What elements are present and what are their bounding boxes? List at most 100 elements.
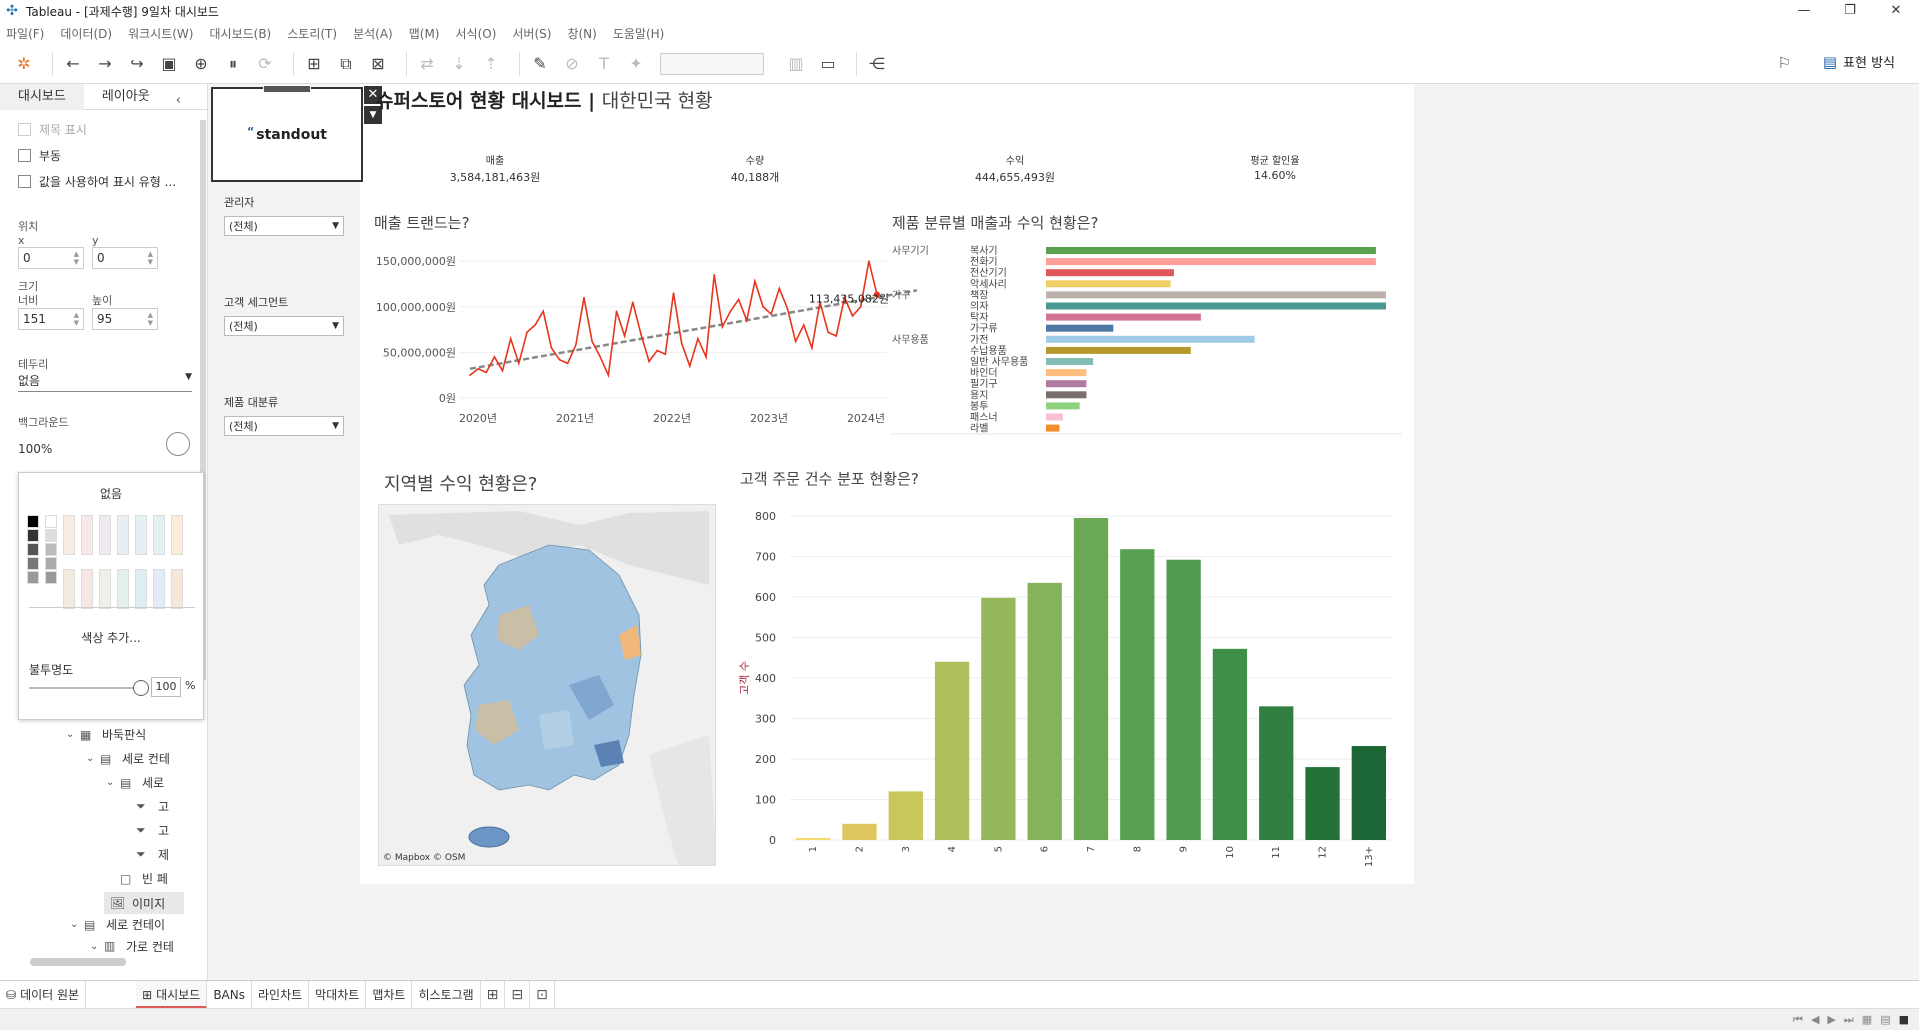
filter-dropdown[interactable]: (전체) ▼ [224, 216, 344, 236]
color-none-option[interactable]: 없음 [19, 485, 203, 502]
menu-window[interactable]: 창(N) [567, 25, 596, 42]
floating-checkbox[interactable] [18, 148, 31, 162]
color-swatch[interactable] [81, 569, 93, 609]
opacity-slider-track[interactable] [29, 687, 141, 689]
color-swatch[interactable] [45, 543, 57, 556]
next-sheet-icon[interactable]: ▶ [1827, 1013, 1835, 1027]
chevron-down-icon[interactable]: ⌄ [66, 729, 80, 740]
menu-server[interactable]: 서버(S) [512, 25, 551, 42]
tree-item-vertical-container[interactable]: ⌄ ▤ 세로 [106, 774, 184, 791]
tree-item-vertical-container[interactable]: ⌄ ▤ 세로 컨테이 [70, 916, 200, 933]
drag-handle[interactable] [263, 85, 311, 93]
first-sheet-icon[interactable]: ⏮ [1793, 1013, 1803, 1027]
color-swatch[interactable] [63, 569, 75, 609]
last-sheet-icon[interactable]: ⏭ [1844, 1013, 1854, 1027]
show-title-checkbox[interactable] [18, 122, 31, 136]
width-input[interactable]: 151 ▲ ▼ [18, 308, 84, 330]
border-dropdown[interactable]: 없음 ▼ [18, 372, 192, 392]
show-values-checkbox[interactable] [18, 174, 31, 188]
tree-item-image[interactable]: 🖼 이미지 [104, 892, 184, 914]
swap-axes-icon[interactable]: ⇄ [415, 52, 439, 76]
show-me-icon[interactable]: ▥ [784, 52, 808, 76]
refresh-icon[interactable]: ⟳ [253, 52, 277, 76]
labels-icon[interactable]: T [592, 52, 616, 76]
chevron-down-icon[interactable]: ⌄ [90, 941, 104, 952]
color-swatch[interactable] [171, 569, 183, 609]
new-datasource-icon[interactable]: ⊕ [189, 52, 213, 76]
menu-data[interactable]: 데이터(D) [60, 25, 112, 42]
redo-icon[interactable]: → [93, 52, 117, 76]
new-worksheet-tab-icon[interactable]: ⊞ [481, 980, 506, 1009]
fix-axes-icon[interactable]: ✦ [624, 52, 648, 76]
tab-dashboard[interactable]: 대시보드 [0, 83, 84, 110]
tree-item-tiled[interactable]: ⌄ ▦ 바둑판식 [66, 726, 196, 743]
tree-scrollbar[interactable] [30, 958, 126, 966]
sort-ascending-icon[interactable]: ⇣ [447, 52, 471, 76]
tree-item-blank[interactable]: □ 빈 페 [120, 870, 184, 887]
opacity-input[interactable]: 100 [151, 677, 181, 697]
tree-item-filter[interactable]: ⏷ 고 [136, 798, 184, 815]
sales-trend-chart[interactable]: 0원 50,000,000원 100,000,000원 150,000,000원 202… [372, 240, 918, 425]
tab-barchart[interactable]: 막대차트 [309, 980, 367, 1009]
new-story-tab-icon[interactable]: ⊡ [530, 980, 555, 1009]
minimize-button[interactable]: — [1781, 0, 1827, 22]
clear-sheet-icon[interactable]: ⊠ [366, 52, 390, 76]
tabs-view-icon[interactable]: ■ [1899, 1013, 1909, 1027]
tab-mapchart[interactable]: 맵차트 [366, 980, 413, 1009]
color-swatch[interactable] [99, 515, 111, 555]
maximize-button[interactable]: ❐ [1827, 0, 1873, 22]
pause-updates-icon[interactable]: ⏸ [221, 52, 245, 76]
color-swatch[interactable] [153, 569, 165, 609]
color-swatch[interactable] [99, 569, 111, 609]
tab-layout[interactable]: 레이아웃 [84, 84, 168, 110]
group-icon[interactable]: ⊘ [560, 52, 584, 76]
tree-item-filter[interactable]: ⏷ 제 [136, 846, 184, 863]
menu-analysis[interactable]: 분석(A) [353, 25, 393, 42]
save-icon[interactable]: ▣ [157, 52, 181, 76]
tab-dashboard-sheet[interactable]: ⊞ 대시보드 [136, 980, 208, 1009]
order-count-histogram[interactable]: 0100200300400500600700800고객 수1 2 3 4 5 6 7 8 9 10… [738, 500, 1400, 880]
spinner-icon[interactable]: ▲ ▼ [148, 311, 153, 327]
format-workbook-icon[interactable]: ⚐ [1778, 54, 1791, 72]
chevron-down-icon[interactable]: ⌄ [86, 753, 100, 764]
close-window-button[interactable]: ✕ [1873, 0, 1919, 22]
filter-dropdown[interactable]: (전체) ▼ [224, 416, 344, 436]
color-swatch[interactable] [27, 557, 39, 570]
add-color-link[interactable]: 색상 추가... [19, 629, 203, 646]
duplicate-sheet-icon[interactable]: ⧉ [334, 52, 358, 76]
color-swatch[interactable] [171, 515, 183, 555]
show-me-button[interactable]: ▤ 표현 방식 [1823, 52, 1895, 72]
sheet-sorter-icon[interactable]: ▦ [1862, 1013, 1872, 1027]
color-swatch[interactable] [153, 515, 165, 555]
floating-row[interactable]: 부동 [0, 142, 207, 168]
opacity-slider-handle[interactable] [133, 680, 149, 696]
color-swatch[interactable] [45, 515, 57, 528]
share-icon[interactable]: ⋲ [865, 52, 889, 76]
color-swatch[interactable] [27, 543, 39, 556]
filter-dropdown[interactable]: (전체) ▼ [224, 316, 344, 336]
tree-item-vertical-container[interactable]: ⌄ ▤ 세로 컨테 [86, 750, 186, 767]
spinner-icon[interactable]: ▲ ▼ [74, 250, 79, 266]
color-swatch[interactable] [45, 571, 57, 584]
tree-item-filter[interactable]: ⏷ 고 [136, 822, 184, 839]
menu-file[interactable]: 파일(F) [6, 25, 44, 42]
tab-histogram[interactable]: 히스토그램 [412, 980, 481, 1009]
tab-datasource[interactable]: ⛁ 데이터 원본 [0, 980, 87, 1009]
region-map[interactable]: © Mapbox © OSM [378, 504, 716, 866]
color-swatch[interactable] [135, 569, 147, 609]
y-input[interactable]: 0 ▲ ▼ [92, 247, 158, 269]
color-swatch[interactable] [117, 515, 129, 555]
show-title-row[interactable]: 제목 표시 [0, 116, 207, 142]
x-input[interactable]: 0 ▲ ▼ [18, 247, 84, 269]
sort-descending-icon[interactable]: ⇡ [479, 52, 503, 76]
menu-format[interactable]: 서식(O) [456, 25, 497, 42]
chevron-down-icon[interactable]: ⌄ [106, 777, 120, 788]
new-worksheet-icon[interactable]: ⊞ [302, 52, 326, 76]
menu-help[interactable]: 도움말(H) [613, 25, 665, 42]
color-swatch[interactable] [45, 529, 57, 542]
category-bar-chart[interactable]: 사무기기가구사무용품 복사기전화기전산기기악세사리책장의자탁자가구류가전수납용품일… [890, 240, 1402, 436]
tree-item-horizontal-container[interactable]: ⌄ ▥ 가로 컨테 [90, 940, 186, 952]
fit-dropdown[interactable] [660, 52, 764, 75]
tab-linechart[interactable]: 라인차트 [252, 980, 310, 1009]
chevron-down-icon[interactable]: ⌄ [70, 919, 84, 930]
